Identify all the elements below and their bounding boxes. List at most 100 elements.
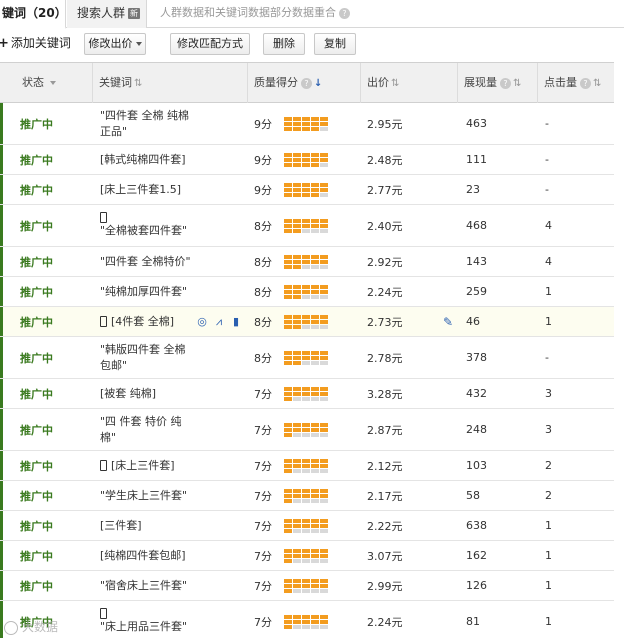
col-bid[interactable]: 出价 ⇅ bbox=[360, 63, 457, 103]
quality-block bbox=[311, 259, 319, 264]
table-row[interactable]: 推广中 "全棉被套四件套" 8分 2.40元 468 4 bbox=[0, 205, 614, 247]
keyword-cell[interactable]: "四 件套 特价 纯棉" bbox=[100, 409, 192, 450]
quality-score: 8分 bbox=[254, 351, 272, 365]
table-row[interactable]: 推广中 "纯棉加厚四件套" 8分 2.24元 259 1 bbox=[0, 277, 614, 307]
keyword-cell[interactable]: [床上三件套1.5] bbox=[100, 175, 192, 204]
impressions-value: 23 bbox=[466, 183, 480, 196]
table-row[interactable]: 推广中 "四件套 全棉特价" 8分 2.92元 143 4 bbox=[0, 247, 614, 277]
table-row[interactable]: 推广中 "学生床上三件套" 7分 2.17元 58 2 bbox=[0, 481, 614, 511]
quality-block bbox=[302, 548, 310, 553]
quality-block bbox=[302, 223, 310, 228]
impressions-value: 58 bbox=[466, 489, 480, 502]
mobile-icon bbox=[100, 460, 107, 471]
bid-value[interactable]: 3.28元 bbox=[367, 379, 403, 408]
quality-block bbox=[293, 157, 301, 162]
bid-value[interactable]: 2.99元 bbox=[367, 571, 403, 600]
bid-value[interactable]: 2.24元 bbox=[367, 601, 403, 638]
quality-block bbox=[302, 254, 310, 259]
keyword-cell[interactable]: [韩式纯棉四件套] bbox=[100, 145, 192, 174]
add-keyword-button[interactable]: + 添加关键词 bbox=[0, 33, 76, 55]
table-row[interactable]: 推广中 [韩式纯棉四件套] 9分 2.48元 111 - bbox=[0, 145, 614, 175]
bid-value[interactable]: 2.92元 bbox=[367, 247, 403, 276]
quality-block bbox=[302, 152, 310, 157]
edit-pencil-icon[interactable]: ✎ bbox=[443, 307, 453, 336]
quality-block bbox=[302, 583, 310, 588]
table-row[interactable]: 推广中 [纯棉四件套包邮] 7分 3.07元 162 1 bbox=[0, 541, 614, 571]
table-row[interactable]: 推广中 [被套 纯棉] 7分 3.28元 432 3 bbox=[0, 379, 614, 409]
quality-block bbox=[320, 493, 328, 498]
help-icon[interactable]: ? bbox=[301, 77, 312, 89]
keyword-cell[interactable]: "韩版四件套 全棉包邮" bbox=[100, 337, 192, 378]
col-quality-score[interactable]: 质量得分? ↓ bbox=[247, 63, 360, 103]
bid-value[interactable]: 2.95元 bbox=[367, 103, 403, 144]
help-icon[interactable]: ? bbox=[580, 77, 591, 89]
quality-block bbox=[302, 162, 310, 167]
bid-value[interactable]: 2.48元 bbox=[367, 145, 403, 174]
quality-block bbox=[320, 523, 328, 528]
keyword-cell[interactable]: [三件套] bbox=[100, 511, 192, 540]
keyword-cell[interactable]: "床上用品三件套" bbox=[100, 601, 192, 638]
bid-value[interactable]: 2.77元 bbox=[367, 175, 403, 204]
keyword-cell[interactable]: "宿舍床上三件套" bbox=[100, 571, 192, 600]
bid-value[interactable]: 3.07元 bbox=[367, 541, 403, 570]
keyword-cell[interactable]: "纯棉加厚四件套" bbox=[100, 277, 192, 306]
delete-button[interactable]: 删除 bbox=[263, 33, 305, 55]
keyword-cell[interactable]: [被套 纯棉] bbox=[100, 379, 192, 408]
quality-block bbox=[302, 228, 310, 233]
keyword-cell[interactable]: "全棉被套四件套" bbox=[100, 205, 192, 246]
keyword-cell[interactable]: "四件套 全棉特价" bbox=[100, 247, 192, 276]
help-icon[interactable]: ? bbox=[500, 77, 511, 89]
quality-block bbox=[311, 468, 319, 473]
target-icon[interactable]: ◎ bbox=[196, 315, 208, 328]
table-row[interactable]: 推广中 [三件套] 7分 2.22元 638 1 bbox=[0, 511, 614, 541]
keyword-text: [4件套 全棉] bbox=[111, 314, 175, 328]
bid-value[interactable]: 2.22元 bbox=[367, 511, 403, 540]
table-row[interactable]: 推广中 "四件套 全棉 纯棉正品" 9分 2.95元 463 - bbox=[0, 103, 614, 145]
quality-block bbox=[302, 488, 310, 493]
table-row[interactable]: 推广中 [4件套 全棉] ◎ ⩘ ▮ 8分 2.73元 ✎ 46 1 bbox=[0, 307, 614, 337]
bid-value[interactable]: 2.12元 bbox=[367, 451, 403, 480]
bid-value[interactable]: 2.78元 bbox=[367, 337, 403, 378]
table-row[interactable]: 推广中 "韩版四件套 全棉包邮" 8分 2.78元 378 - bbox=[0, 337, 614, 379]
clicks-value: 1 bbox=[545, 549, 552, 562]
trend-chart-icon[interactable]: ⩘ bbox=[213, 315, 225, 328]
col-clicks[interactable]: 点击量? ⇅ bbox=[537, 63, 614, 103]
help-icon[interactable]: ? bbox=[339, 7, 350, 19]
keyword-cell[interactable]: [床上三件套] bbox=[100, 451, 192, 480]
quality-block bbox=[284, 264, 292, 269]
quality-block bbox=[302, 528, 310, 533]
keyword-cell[interactable]: "四件套 全棉 纯棉正品" bbox=[100, 103, 192, 144]
status-text: 推广中 bbox=[20, 549, 53, 563]
bid-value[interactable]: 2.40元 bbox=[367, 205, 403, 246]
keyword-cell[interactable]: [纯棉四件套包邮] bbox=[100, 541, 192, 570]
quality-block bbox=[311, 422, 319, 427]
modify-match-button[interactable]: 修改匹配方式 bbox=[170, 33, 250, 55]
quality-block bbox=[311, 218, 319, 223]
tab-search-crowd[interactable]: 搜索人群新 bbox=[67, 0, 147, 28]
keyword-cell[interactable]: [4件套 全棉] bbox=[100, 307, 192, 336]
col-keyword[interactable]: 关键词 ⇅ bbox=[92, 63, 247, 103]
quality-block bbox=[284, 350, 292, 355]
quality-block bbox=[284, 553, 292, 558]
table-row[interactable]: 推广中 "四 件套 特价 纯棉" 7分 2.87元 248 3 bbox=[0, 409, 614, 451]
quality-block bbox=[293, 386, 301, 391]
col-impressions[interactable]: 展现量? ⇅ bbox=[457, 63, 537, 103]
col-status[interactable]: 状态 bbox=[0, 63, 92, 103]
modify-bid-button[interactable]: 修改出价 bbox=[84, 33, 146, 55]
row-marker bbox=[0, 145, 3, 174]
bid-value[interactable]: 2.87元 bbox=[367, 409, 403, 450]
table-row[interactable]: 推广中 "宿舍床上三件套" 7分 2.99元 126 1 bbox=[0, 571, 614, 601]
bid-value[interactable]: 2.73元 bbox=[367, 307, 403, 336]
table-row[interactable]: 推广中 [床上三件套1.5] 9分 2.77元 23 - bbox=[0, 175, 614, 205]
keyword-cell[interactable]: "学生床上三件套" bbox=[100, 481, 192, 510]
table-row[interactable]: 推广中 "床上用品三件套" 7分 2.24元 81 1 bbox=[0, 601, 614, 638]
trash-icon[interactable]: ▮ bbox=[230, 315, 242, 328]
quality-block bbox=[293, 558, 301, 563]
table-row[interactable]: 推广中 [床上三件套] 7分 2.12元 103 2 bbox=[0, 451, 614, 481]
tab-keywords[interactable]: 键词（20） bbox=[0, 0, 67, 29]
quality-block bbox=[293, 116, 301, 121]
bid-value[interactable]: 2.17元 bbox=[367, 481, 403, 510]
copy-button[interactable]: 复制 bbox=[314, 33, 356, 55]
quality-block bbox=[293, 498, 301, 503]
bid-value[interactable]: 2.24元 bbox=[367, 277, 403, 306]
